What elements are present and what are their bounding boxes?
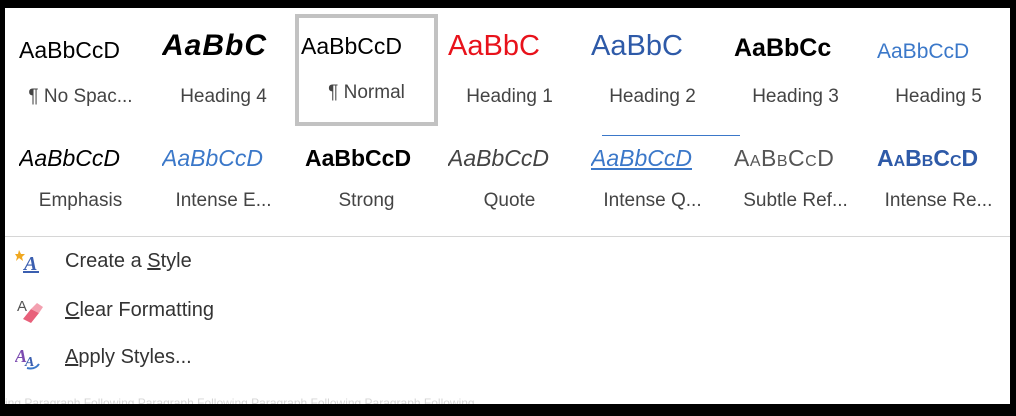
style-intense-emphasis[interactable]: AaBbCcD Intense E... (152, 126, 295, 236)
apply-styles-label: Apply Styles... (65, 345, 192, 368)
style-sample: AaBbCcD (877, 40, 970, 63)
style-no-spacing[interactable]: AaBbCcD ¶ No Spac... (9, 14, 152, 126)
style-heading-1[interactable]: AaBbC Heading 1 (438, 14, 581, 126)
style-sample: AaBbCcD (162, 145, 263, 171)
style-heading-3[interactable]: AaBbCc Heading 3 (724, 14, 867, 126)
style-sample: AaBbCc (734, 34, 832, 62)
clear-formatting-command[interactable]: A Clear Formatting (15, 294, 214, 326)
style-name: ¶ Normal (328, 82, 405, 103)
style-subtle-reference[interactable]: AaBbCcD Subtle Ref... (724, 126, 867, 236)
style-name: Heading 1 (466, 86, 553, 107)
style-heading-2[interactable]: AaBbC Heading 2 (581, 14, 724, 126)
style-name: Heading 4 (180, 86, 267, 107)
style-sample: AaBbCcD (734, 145, 835, 171)
style-sample: AaBbCcD (448, 145, 549, 171)
style-normal[interactable]: AaBbCcD ¶ Normal (295, 14, 438, 126)
style-sample: AaBbCcD (301, 33, 402, 59)
style-sample: AaBbCcD (19, 37, 120, 63)
style-sample: AaBbC (448, 32, 540, 60)
svg-text:A: A (22, 253, 37, 274)
style-intense-quote[interactable]: AaBbCcD Intense Q... (581, 126, 724, 236)
style-sample: AaBbCcD (877, 145, 979, 171)
style-name: ¶ No Spac... (28, 86, 133, 107)
styles-gallery-panel: AaBbCcD ¶ No Spac... AaBbC Heading 4 AaB… (5, 8, 1010, 404)
style-name: Heading 5 (895, 86, 982, 107)
create-style-label: Create a Style (65, 249, 192, 272)
style-name: Heading 3 (752, 86, 839, 107)
create-style-icon: A (15, 248, 45, 275)
clear-formatting-label: Clear Formatting (65, 298, 214, 321)
style-sample: AaBbCcD (305, 145, 412, 171)
background-document-text: ing Paragraph Following Paragraph Follow… (5, 396, 475, 404)
style-name: Intense Re... (884, 190, 993, 211)
style-intense-reference[interactable]: AaBbCcD Intense Re... (867, 126, 1010, 236)
style-sample: AaBbCcD (19, 145, 120, 171)
style-name: Intense Q... (603, 190, 702, 211)
gallery-divider (5, 236, 1010, 237)
style-name: Strong (338, 190, 395, 211)
style-quote[interactable]: AaBbCcD Quote (438, 126, 581, 236)
create-style-command[interactable]: A Create a Style (15, 245, 192, 277)
style-name: Heading 2 (609, 86, 696, 107)
style-emphasis[interactable]: AaBbCcD Emphasis (9, 126, 152, 236)
style-name: Subtle Ref... (743, 190, 848, 211)
clear-formatting-icon: A (15, 297, 45, 323)
apply-styles-icon: A A (14, 344, 45, 370)
style-heading-5[interactable]: AaBbCcD Heading 5 (867, 14, 1010, 126)
styles-grid: AaBbCcD ¶ No Spac... AaBbC Heading 4 AaB… (9, 14, 1010, 236)
style-sample: AaBbCcD (591, 145, 692, 171)
style-sample: AaBbC (162, 32, 268, 60)
style-name: Emphasis (38, 190, 123, 211)
style-name: Quote (483, 190, 536, 211)
svg-text:A: A (17, 298, 27, 315)
style-sample: AaBbC (591, 32, 683, 60)
style-strong[interactable]: AaBbCcD Strong (295, 126, 438, 236)
apply-styles-command[interactable]: A A Apply Styles... (14, 341, 192, 373)
intense-quote-top-rule (602, 135, 740, 136)
style-name: Intense E... (175, 190, 272, 211)
style-heading-4[interactable]: AaBbC Heading 4 (152, 14, 295, 126)
